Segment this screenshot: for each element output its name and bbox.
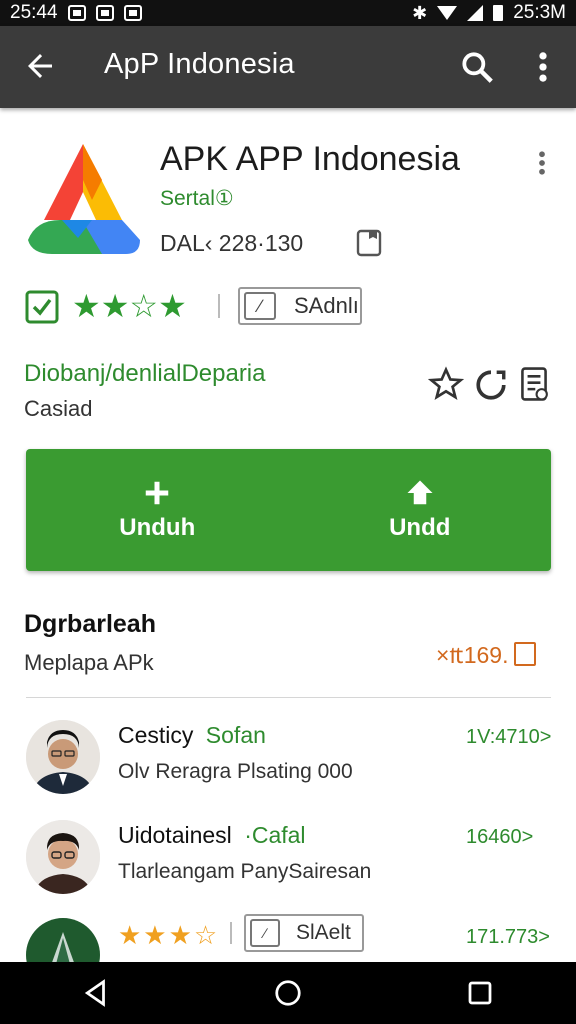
reviewer-name-text: Cesticy bbox=[118, 722, 194, 748]
nav-home-icon[interactable] bbox=[273, 978, 303, 1008]
review-text-2: Tlarleangam PanySairesan bbox=[118, 860, 372, 883]
more-vert-icon[interactable] bbox=[530, 48, 556, 86]
download-button[interactable]: Unduh bbox=[26, 449, 289, 571]
section-divider bbox=[26, 697, 551, 698]
search-icon[interactable] bbox=[458, 48, 496, 86]
bag-icon bbox=[514, 642, 537, 666]
divider bbox=[230, 922, 232, 944]
reviewer-name-text: Uidotainesl bbox=[118, 822, 232, 848]
category-subtitle: Casiad bbox=[24, 396, 93, 421]
nav-back-icon[interactable] bbox=[81, 978, 111, 1008]
price-tag[interactable]: ×₶169. bbox=[436, 638, 537, 670]
review-stars-3: ★★★☆ bbox=[118, 920, 220, 950]
app-size-info: DAL‹ 228·130 bbox=[160, 230, 304, 256]
review-text-1: Olv Reragra Plsating 000 bbox=[118, 760, 353, 783]
home-upload-icon bbox=[407, 480, 433, 505]
write-review-label: SAdnlı bbox=[294, 293, 359, 318]
notification-icon bbox=[67, 5, 86, 21]
pencil-icon: ∕ bbox=[244, 292, 276, 320]
status-time-left: 25:44 bbox=[10, 2, 58, 23]
update-button[interactable]: Undd bbox=[289, 449, 552, 571]
update-label: Undd bbox=[389, 514, 451, 541]
section-subtitle: Meplapa APk bbox=[24, 650, 154, 675]
plus-download-icon bbox=[146, 481, 169, 505]
write-review-chip[interactable]: ∕ SAdnlı bbox=[238, 287, 362, 325]
signal-icon bbox=[467, 5, 484, 21]
review-meta-3[interactable]: 171.773> bbox=[466, 926, 550, 949]
review-chip-label: SlAelt bbox=[296, 921, 351, 944]
share-icon[interactable] bbox=[474, 368, 508, 402]
status-left: 25:44 bbox=[10, 2, 142, 24]
image-notification-icon bbox=[123, 5, 142, 21]
price-value: ×₶169. bbox=[436, 642, 509, 668]
pencil-icon: ∕ bbox=[250, 919, 280, 947]
system-nav-bar bbox=[0, 962, 576, 1024]
app-bar-title: ApP Indonesia bbox=[104, 48, 295, 80]
favorite-star-icon[interactable] bbox=[428, 366, 464, 402]
document-icon[interactable] bbox=[518, 366, 550, 402]
review-meta-2[interactable]: 16460> bbox=[466, 826, 533, 849]
back-arrow-icon[interactable] bbox=[22, 48, 58, 84]
bluetooth-icon: ✱ bbox=[412, 2, 428, 23]
app-bar: ApP Indonesia bbox=[0, 26, 576, 108]
bookmark-icon[interactable] bbox=[356, 229, 382, 257]
reviewer-tag: Sofan bbox=[205, 722, 266, 748]
divider bbox=[218, 294, 220, 318]
reviewer-avatar-2[interactable] bbox=[26, 820, 100, 894]
app-more-icon[interactable] bbox=[530, 148, 554, 178]
app-logo-icon bbox=[28, 144, 140, 254]
wifi-icon bbox=[437, 6, 458, 20]
download-panel: Unduh Undd bbox=[26, 449, 551, 571]
photo-notification-icon bbox=[95, 5, 114, 21]
status-time-right: 25:3M bbox=[513, 2, 566, 23]
review-meta-1[interactable]: 1V:4710> bbox=[466, 726, 551, 749]
reviewer-name-1[interactable]: Cesticy Sofan bbox=[118, 722, 266, 749]
rating-stars: ★★☆★ bbox=[72, 288, 187, 324]
nav-recents-icon[interactable] bbox=[465, 978, 495, 1008]
reviewer-tag: ·Cafal bbox=[244, 822, 306, 848]
download-label: Unduh bbox=[119, 514, 196, 541]
battery-icon bbox=[493, 5, 504, 21]
status-bar: 25:44 ✱ 25:3M bbox=[0, 0, 576, 26]
developer-link[interactable]: Sertal① bbox=[160, 186, 234, 211]
reviewer-name-2[interactable]: Uidotainesl ·Cafal bbox=[118, 822, 306, 849]
category-link[interactable]: Diobanj/denlialDeparia bbox=[24, 360, 266, 388]
review-chip-3[interactable]: ∕ SlAelt bbox=[244, 914, 364, 952]
status-right: ✱ 25:3M bbox=[412, 2, 566, 24]
reviewer-avatar-1[interactable] bbox=[26, 720, 100, 794]
section-title: Dgrbarleah bbox=[24, 610, 156, 638]
app-title: APK APP Indonesia bbox=[160, 140, 460, 178]
verified-check-icon bbox=[25, 290, 59, 324]
